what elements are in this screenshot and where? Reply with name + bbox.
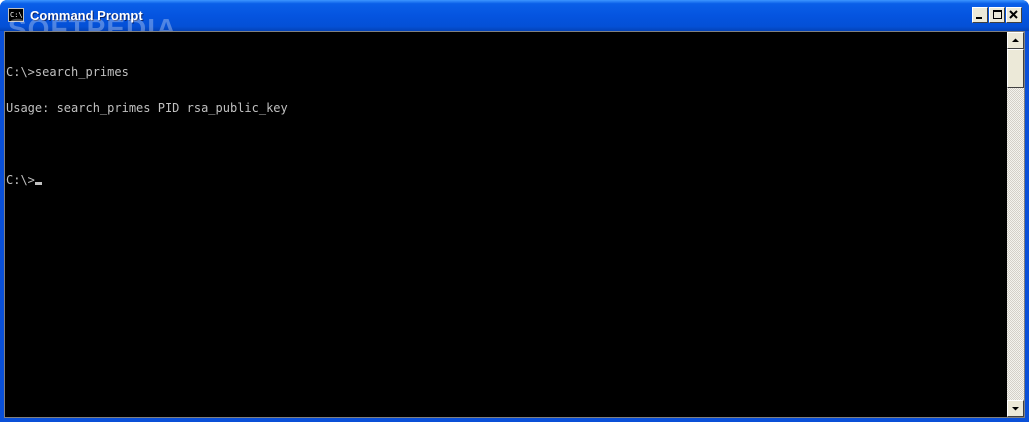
arrow-down-icon (1012, 407, 1019, 411)
close-button[interactable] (1006, 7, 1022, 23)
restore-button[interactable] (989, 7, 1005, 23)
restore-icon (993, 10, 1002, 19)
console-output[interactable]: C:\>search_primes Usage: search_primes P… (6, 42, 1006, 412)
minimize-button[interactable] (972, 7, 988, 23)
close-icon (1009, 10, 1018, 19)
scrollbar-thumb[interactable] (1007, 49, 1024, 88)
console-prompt-line: C:\> (6, 174, 1006, 186)
console-line: C:\>search_primes (6, 65, 129, 79)
scrollbar-track[interactable] (1007, 88, 1024, 400)
command-prompt-window: C:\ Command Prompt SOFTPEDIA C:\>search_… (0, 0, 1029, 422)
text-cursor (34, 182, 42, 185)
title-bar[interactable]: C:\ Command Prompt SOFTPEDIA (0, 0, 1029, 44)
console-area[interactable]: C:\>search_primes Usage: search_primes P… (4, 31, 1025, 418)
console-prompt: C:\> (6, 173, 35, 187)
scroll-down-button[interactable] (1007, 400, 1024, 417)
scroll-up-button[interactable] (1007, 32, 1024, 49)
console-line: Usage: search_primes PID rsa_public_key (6, 101, 288, 115)
arrow-up-icon (1012, 38, 1019, 42)
vertical-scrollbar[interactable] (1007, 32, 1024, 417)
minimize-icon (976, 17, 982, 19)
